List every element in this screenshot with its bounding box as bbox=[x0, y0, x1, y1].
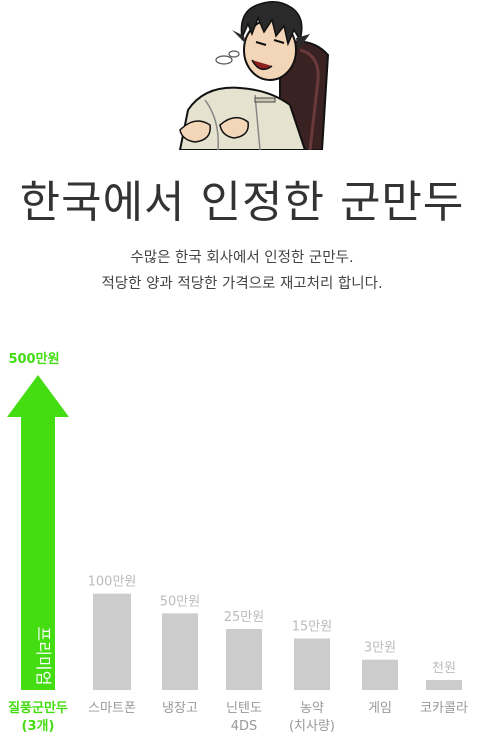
category-label: (3개) bbox=[22, 719, 55, 734]
bar bbox=[294, 638, 330, 690]
bar bbox=[362, 659, 398, 690]
category-label: 질풍군만두 bbox=[8, 700, 68, 716]
category-label: 냉장고 bbox=[162, 701, 198, 716]
value-label: 3만원 bbox=[364, 641, 396, 656]
value-label: 25만원 bbox=[224, 610, 264, 625]
bar bbox=[93, 593, 131, 690]
price-comparison-chart: 500만원프리미엄질풍군만두 (3개) 100만원스마트폰 50만원냉장고 25만원닌텐… bbox=[7, 351, 468, 734]
category-label: 스마트폰 bbox=[88, 701, 136, 716]
category-label: 4DS bbox=[231, 719, 258, 734]
value-label: 100만원 bbox=[88, 575, 137, 590]
category-label: 코카콜라 bbox=[420, 701, 468, 716]
bar bbox=[426, 680, 462, 690]
category-label: (치사량) bbox=[289, 719, 335, 734]
subtitle-line-1: 수많은 한국 회사에서 인정한 군만두. bbox=[130, 250, 354, 266]
bar bbox=[162, 613, 198, 690]
snore-puff-icon bbox=[215, 50, 240, 65]
value-label: 50만원 bbox=[160, 594, 200, 609]
bar bbox=[226, 629, 262, 690]
value-label: 천원 bbox=[432, 661, 456, 676]
category-label: 닌텐도 bbox=[226, 701, 262, 716]
sleeping-man-illustration bbox=[178, 1, 330, 150]
value-label: 500만원 bbox=[8, 351, 59, 367]
value-label: 15만원 bbox=[292, 620, 332, 635]
subtitle-line-2: 적당한 양과 적당한 가격으로 재고처리 합니다. bbox=[101, 276, 383, 292]
page-subtitle: 수많은 한국 회사에서 인정한 군만두. 적당한 양과 적당한 가격으로 재고처… bbox=[0, 245, 484, 297]
category-label: 게임 bbox=[368, 701, 392, 716]
page-title: 한국에서 인정한 군만두 bbox=[19, 177, 465, 228]
bar-inner-label: 프리미엄 bbox=[34, 627, 53, 686]
category-label: 농약 bbox=[300, 701, 324, 716]
